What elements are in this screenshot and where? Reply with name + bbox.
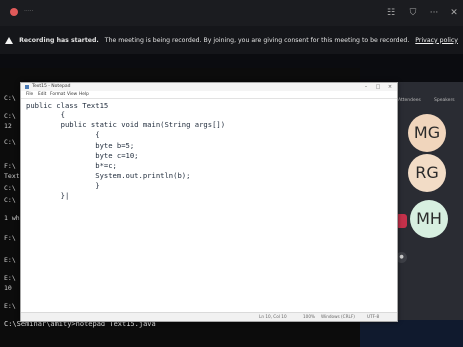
recording-indicator-icon [10, 8, 18, 16]
code-line: System.out.println(b); [26, 171, 191, 180]
close-icon[interactable]: × [385, 83, 395, 91]
close-icon[interactable]: ✕ [448, 9, 460, 18]
code-line: public static void main(String args[]) [26, 120, 226, 129]
code-line: { [26, 110, 65, 119]
notepad-icon [25, 85, 29, 89]
cmd-line: Text [4, 172, 20, 180]
minimize-icon[interactable]: – [361, 83, 371, 91]
code-line: byte b=5; [26, 141, 135, 150]
cmd-line: E:\ [4, 302, 16, 310]
notepad-title: Text15 - Notepad [32, 84, 71, 89]
line-ending: Windows (CRLF) [321, 314, 355, 319]
banner-message: The meeting is being recorded. By joinin… [104, 36, 410, 44]
cmd-line: C:\ [4, 94, 16, 102]
code-line: }| [26, 191, 70, 200]
shield-icon[interactable]: ⛉ [407, 9, 419, 18]
maximize-icon[interactable]: □ [373, 83, 383, 91]
notepad-menubar: File Edit Format View Help [21, 91, 397, 99]
cmd-line: C:\ [4, 196, 16, 204]
menu-view[interactable]: View [67, 91, 77, 98]
notepad-window[interactable]: Text15 - Notepad – □ × File Edit Format … [20, 82, 398, 322]
menu-edit[interactable]: Edit [38, 91, 46, 98]
menu-help[interactable]: Help [79, 91, 89, 98]
cmd-line: F:\ [4, 162, 16, 170]
meeting-title: ····· [24, 8, 34, 15]
cmd-line: E:\ [4, 256, 16, 264]
menu-file[interactable]: File [26, 91, 33, 98]
privacy-policy-link[interactable]: Privacy policy [415, 37, 458, 44]
cmd-line: C:\ [4, 112, 16, 120]
attendees-header: Attendees [398, 98, 421, 103]
cmd-line: E:\ [4, 274, 16, 282]
speakers-header: Speakers [434, 98, 455, 103]
notepad-statusbar: Ln 10, Col 10 100% Windows (CRLF) UTF-8 [21, 312, 397, 321]
menu-format[interactable]: Format [50, 91, 65, 98]
cmd-line: 10 [4, 284, 12, 292]
more-icon[interactable]: ··· [428, 9, 440, 18]
code-line: { [26, 130, 100, 139]
cmd-line: F:\ [4, 234, 16, 242]
encoding: UTF-8 [367, 314, 380, 319]
notepad-titlebar: Text15 - Notepad – □ × [21, 83, 397, 91]
cmd-line: C:\ [4, 138, 16, 146]
code-line: byte c=10; [26, 151, 139, 160]
cursor-position: Ln 10, Col 10 [259, 314, 287, 319]
taskbar [360, 320, 463, 347]
avatar[interactable]: RG [408, 154, 446, 192]
code-line: b*=c; [26, 161, 117, 170]
zoom-level: 100% [303, 314, 315, 319]
banner-title: Recording has started. [19, 36, 99, 44]
recording-banner: Recording has started. The meeting is be… [0, 26, 463, 54]
warning-icon [5, 36, 14, 44]
cmd-line: 1 wh [4, 214, 20, 222]
cmd-line: 12 [4, 122, 12, 130]
code-line: } [26, 181, 100, 190]
meeting-toolbar: ····· ☷ ⛉ ··· ✕ [0, 0, 463, 27]
people-icon[interactable]: ☷ [385, 9, 397, 18]
avatar[interactable]: MG [408, 114, 446, 152]
cmd-line: C:\ [4, 184, 16, 192]
avatar[interactable]: MH [410, 200, 448, 238]
